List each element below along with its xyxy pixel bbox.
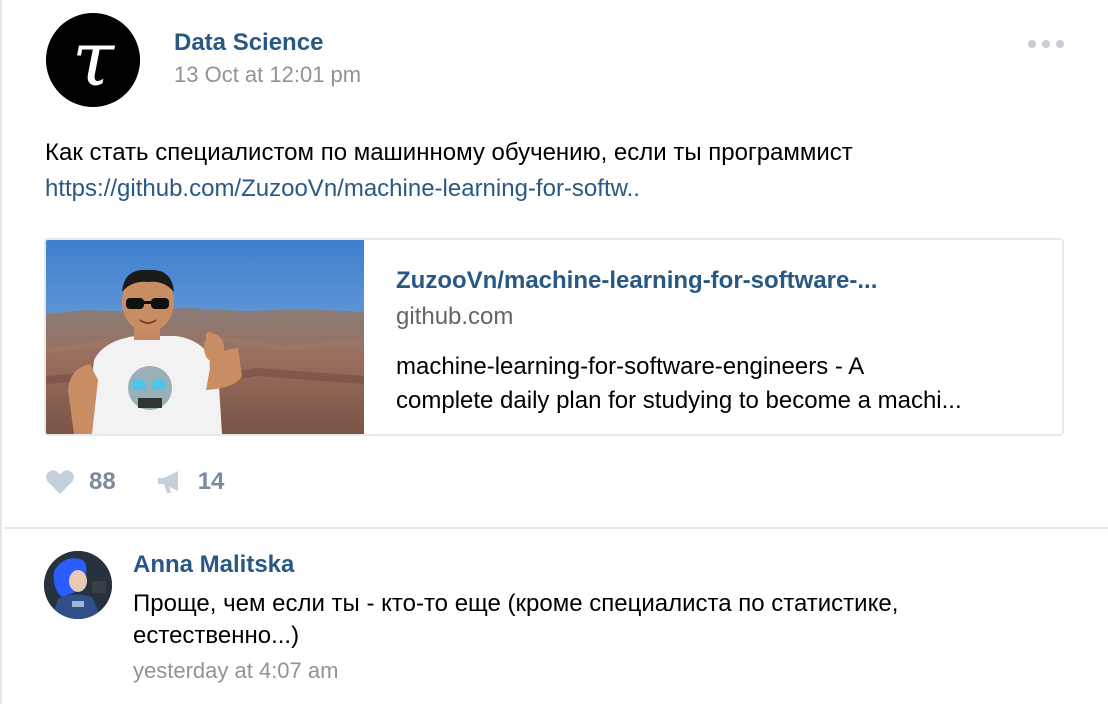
commenter-name-link[interactable]: Anna Malitska [133,550,294,580]
more-horizontal-icon [1028,40,1036,48]
link-preview-domain: github.com [396,303,514,330]
comment-date[interactable]: yesterday at 4:07 am [133,656,338,686]
like-button[interactable]: 88 [45,467,116,497]
comment-text-line: естественно...) [133,622,300,649]
link-preview-card[interactable]: ZuzooVn/machine-learning-for-software-..… [44,238,1064,436]
reposts-count: 14 [197,468,225,495]
commenter-avatar[interactable] [44,551,112,619]
post-date[interactable]: 13 Oct at 12:01 pm [174,61,361,89]
commenter-photo [44,551,112,619]
post-link[interactable]: https://github.com/ZuzooVn/machine-learn… [45,173,640,205]
group-logo: τ [46,13,140,107]
divider [4,527,1108,529]
link-preview-description-line: complete daily plan for studying to beco… [396,387,962,414]
link-preview-description-line: machine-learning-for-software-engineers … [396,353,865,380]
likes-count: 88 [89,468,116,495]
heart-icon [46,470,74,494]
more-horizontal-icon [1056,40,1064,48]
megaphone-icon [157,471,178,493]
comment-text-line: Проще, чем если ты - кто-то еще (кроме с… [133,590,899,617]
repost-button[interactable]: 14 [156,467,225,497]
group-avatar[interactable]: τ [46,13,140,107]
post-actions: 88 14 [45,464,224,500]
svg-text:τ: τ [72,14,116,103]
feed-post-container: τ Data Science 13 Oct at 12:01 pm Как ст… [0,0,1108,704]
link-preview-description: machine-learning-for-software-engineers … [396,350,1036,418]
link-preview-title[interactable]: ZuzooVn/machine-learning-for-software-..… [396,266,877,296]
person-photo-thumbnail [46,240,364,434]
link-preview-image[interactable] [46,240,364,434]
post-author-link[interactable]: Data Science [174,28,323,58]
more-options-button[interactable] [1024,34,1068,54]
comment-text: Проще, чем если ты - кто-то еще (кроме с… [133,588,898,652]
post-text: Как стать специалистом по машинному обуч… [45,139,853,166]
more-horizontal-icon [1042,40,1050,48]
